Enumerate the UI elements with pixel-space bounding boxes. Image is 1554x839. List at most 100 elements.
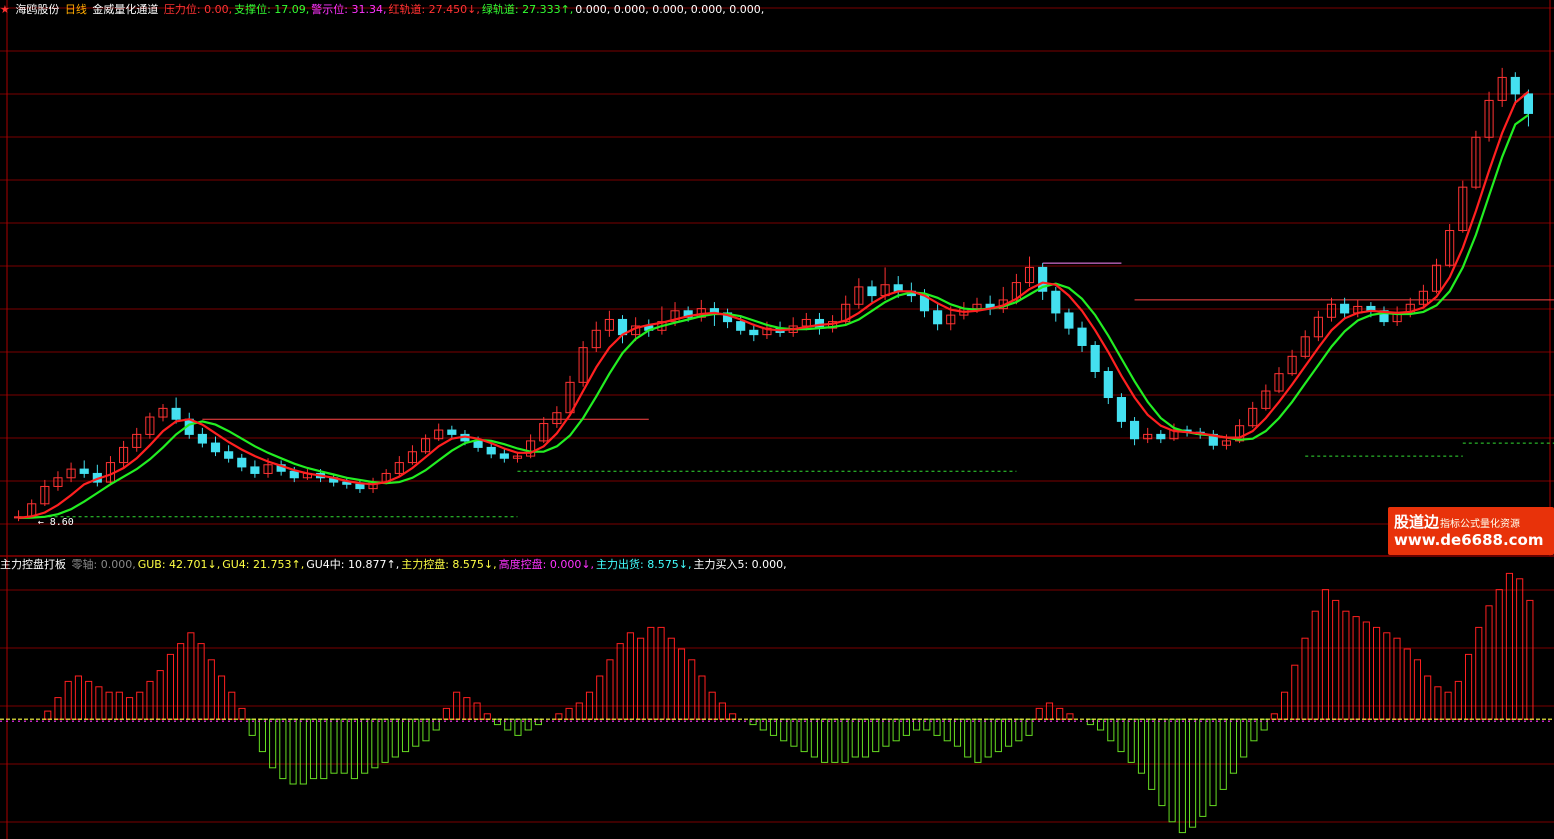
hist-bar [1403, 648, 1411, 720]
candle-body [749, 329, 759, 336]
green-channel-line [18, 114, 1530, 519]
watermark-tagline: 指标公式量化资源 [1440, 519, 1520, 530]
hist-bar [1189, 718, 1197, 828]
hist-bar [1373, 626, 1381, 720]
hist-bar [217, 675, 226, 720]
hist-bar [463, 697, 471, 720]
main-indicator-values: 压力位: 0.00, 支撑位: 17.09, 警示位: 31.34, 红轨道: 27.… [164, 3, 766, 16]
sub-chart-header: 主力控盘打板 零轴: 0.000, GUB: 42.701↓, GU4: 21.75… [0, 556, 791, 572]
hist-bar [698, 675, 706, 720]
hist-bar [1321, 589, 1330, 720]
hist-bar [1066, 713, 1074, 720]
hist-bar [1342, 610, 1350, 720]
candle-body [473, 440, 483, 448]
hist-bar [729, 713, 737, 720]
star-icon[interactable]: ★ [0, 3, 10, 16]
hist-bar [146, 680, 154, 720]
sub-indicator-item-3: GU4中: 10.877↑, [306, 558, 400, 571]
hist-bar [555, 713, 563, 720]
candle-body [171, 407, 181, 420]
sub-indicator-item-7: 主力买入5: 0.000, [693, 558, 787, 571]
hist-bar [718, 702, 726, 720]
hist-bar [1056, 707, 1064, 720]
hist-bar [371, 718, 379, 769]
stock-name: 海鸥股份 [15, 3, 60, 16]
hist-bar [1413, 659, 1422, 720]
hist-bar [882, 718, 890, 747]
watermark-url: www.de6688.com [1394, 531, 1544, 549]
hist-bar [1495, 589, 1503, 720]
hist-bar [575, 702, 583, 720]
hist-bar [851, 718, 859, 758]
hist-bar [401, 718, 410, 753]
main-indicator-item-0: 压力位: 0.00, [163, 3, 233, 16]
hist-bar [422, 718, 430, 742]
hist-bar [1291, 664, 1299, 720]
candle-body [237, 457, 247, 468]
hist-bar [953, 718, 962, 747]
candle-body [486, 446, 496, 455]
hist-bar [821, 718, 829, 763]
candle-body [1156, 433, 1166, 440]
hist-bar [299, 718, 307, 785]
hist-bar [95, 686, 103, 720]
hist-bar [1086, 718, 1094, 726]
candle-body [289, 470, 299, 479]
red-channel-line [18, 90, 1530, 519]
hist-bar [616, 643, 624, 720]
candle-body [867, 286, 877, 297]
hist-bar [688, 659, 696, 720]
candle-body [1510, 76, 1520, 95]
hist-bar [1516, 578, 1524, 720]
hist-bar [1301, 637, 1309, 720]
hist-bar [1240, 718, 1248, 758]
hist-bar [1158, 718, 1166, 807]
sub-indicator-item-2: GU4: 21.753↑, [222, 558, 305, 571]
indicator-name: 金威量化通道 [92, 3, 159, 16]
hist-bar [44, 710, 52, 720]
hist-bar [156, 670, 164, 720]
candle-body [499, 453, 509, 459]
hist-bar [1209, 718, 1217, 807]
candle-body [79, 468, 89, 474]
candle-body [1340, 303, 1350, 314]
hist-bar [1178, 718, 1186, 834]
hist-bar [647, 626, 655, 720]
candle-body [1103, 371, 1113, 399]
main-indicator-item-4: 绿轨道: 27.333↑, [481, 3, 574, 16]
candle-body [250, 466, 260, 474]
hist-bar [1464, 653, 1473, 720]
candle-body [224, 451, 234, 459]
hist-bar [473, 702, 481, 720]
hist-bar [596, 675, 604, 720]
hist-bar [269, 718, 277, 769]
main-indicator-item-1: 支撑位: 17.09, [234, 3, 310, 16]
hist-bar [258, 718, 266, 753]
hist-bar [861, 718, 870, 758]
hist-bar [54, 697, 62, 720]
candle-body [1523, 93, 1534, 114]
hist-bar [994, 718, 1002, 753]
hist-bar [831, 718, 839, 763]
hist-bar [320, 718, 328, 780]
main-chart-header: ★ 海鸥股份 日线 金威量化通道 压力位: 0.00, 支撑位: 17.09, 警示… [0, 1, 768, 17]
watermark-name: 股道边 [1394, 513, 1440, 531]
hist-bar [657, 626, 665, 720]
hist-bar [677, 648, 686, 720]
hist-bar [892, 718, 900, 742]
stock-chart: ← 8.60← 29.06 [0, 0, 1554, 839]
hist-bar [330, 718, 338, 774]
candle-body [933, 310, 943, 325]
hist-bar [667, 637, 675, 720]
hist-bar [309, 718, 318, 780]
histogram-bars [0, 572, 1554, 834]
hist-bar [1505, 572, 1514, 720]
hist-bar [565, 707, 573, 720]
hist-bar [1311, 610, 1319, 720]
candle-body [1129, 420, 1140, 440]
hist-bar [177, 643, 185, 720]
candlesticks [13, 67, 1534, 522]
hist-bar [780, 718, 788, 742]
hist-bar [289, 718, 297, 785]
period-label[interactable]: 日线 [65, 3, 87, 16]
